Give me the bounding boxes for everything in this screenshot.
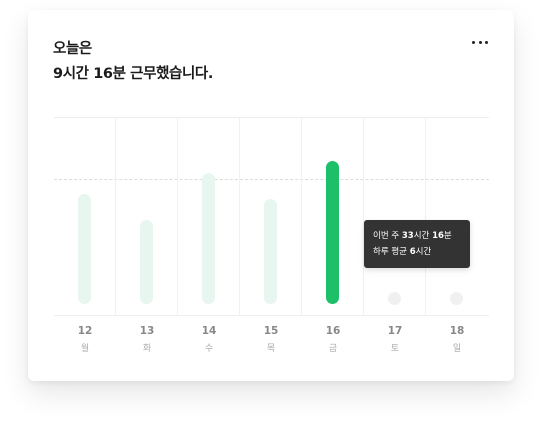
- chart-empty-dot: [450, 292, 463, 305]
- more-dot: [478, 40, 482, 44]
- chart-bar[interactable]: [140, 220, 153, 304]
- x-axis-label: 14 수: [178, 324, 240, 357]
- x-axis-label: 18 일: [426, 324, 488, 357]
- title-line-2: 9시간 16분 근무했습니다.: [53, 66, 213, 82]
- chart-bar[interactable]: [326, 161, 339, 304]
- weekday-label: 화: [142, 344, 152, 354]
- chart-bar[interactable]: [264, 199, 277, 304]
- weekday-label: 일: [452, 344, 462, 354]
- date-label: 18: [449, 325, 465, 337]
- chart-column-15[interactable]: [240, 118, 302, 315]
- chart-bar[interactable]: [202, 173, 215, 304]
- date-label: 13: [139, 325, 155, 337]
- x-axis-labels: 12 월 13 화 14 수 15 목 16 금 17 토 18 일: [54, 324, 489, 364]
- summary-tooltip: 이번 주 33시간 16분 하루 평균 6시간: [364, 220, 470, 268]
- chart-column-16[interactable]: [302, 118, 364, 315]
- x-axis-label: 15 목: [240, 324, 302, 357]
- date-label: 15: [263, 325, 279, 337]
- weekday-label: 수: [204, 344, 214, 354]
- date-label: 16: [325, 325, 341, 337]
- work-summary-card: 오늘은 9시간 16분 근무했습니다. 이번 주 33시간 16분 하루 평균 …: [28, 10, 514, 381]
- date-label: 14: [201, 325, 217, 337]
- date-label: 12: [77, 325, 93, 337]
- chart-column-13[interactable]: [116, 118, 178, 315]
- x-axis-label: 16 금: [302, 324, 364, 357]
- weekly-work-chart: [54, 117, 489, 316]
- more-options-icon[interactable]: [472, 34, 488, 50]
- more-dot: [485, 40, 488, 44]
- title-line-1: 오늘은: [53, 41, 92, 57]
- weekday-label: 목: [266, 344, 276, 354]
- chart-column-18[interactable]: [426, 118, 488, 315]
- chart-column-12[interactable]: [54, 118, 116, 315]
- tooltip-daily-average: 하루 평균 6시간: [373, 247, 432, 257]
- chart-column-14[interactable]: [178, 118, 240, 315]
- chart-empty-dot: [388, 292, 401, 305]
- date-label: 17: [387, 325, 403, 337]
- weekday-label: 월: [80, 344, 90, 354]
- x-axis-label: 13 화: [116, 324, 178, 357]
- tooltip-week-total: 이번 주 33시간 16분: [373, 231, 452, 241]
- x-axis-label: 12 월: [54, 324, 116, 357]
- x-axis-label: 17 토: [364, 324, 426, 357]
- more-dot: [472, 40, 475, 44]
- weekday-label: 토: [390, 344, 400, 354]
- chart-bar[interactable]: [78, 194, 91, 304]
- card-title: 오늘은 9시간 16분 근무했습니다.: [53, 37, 213, 87]
- chart-column-17[interactable]: [364, 118, 426, 315]
- weekday-label: 금: [328, 344, 338, 354]
